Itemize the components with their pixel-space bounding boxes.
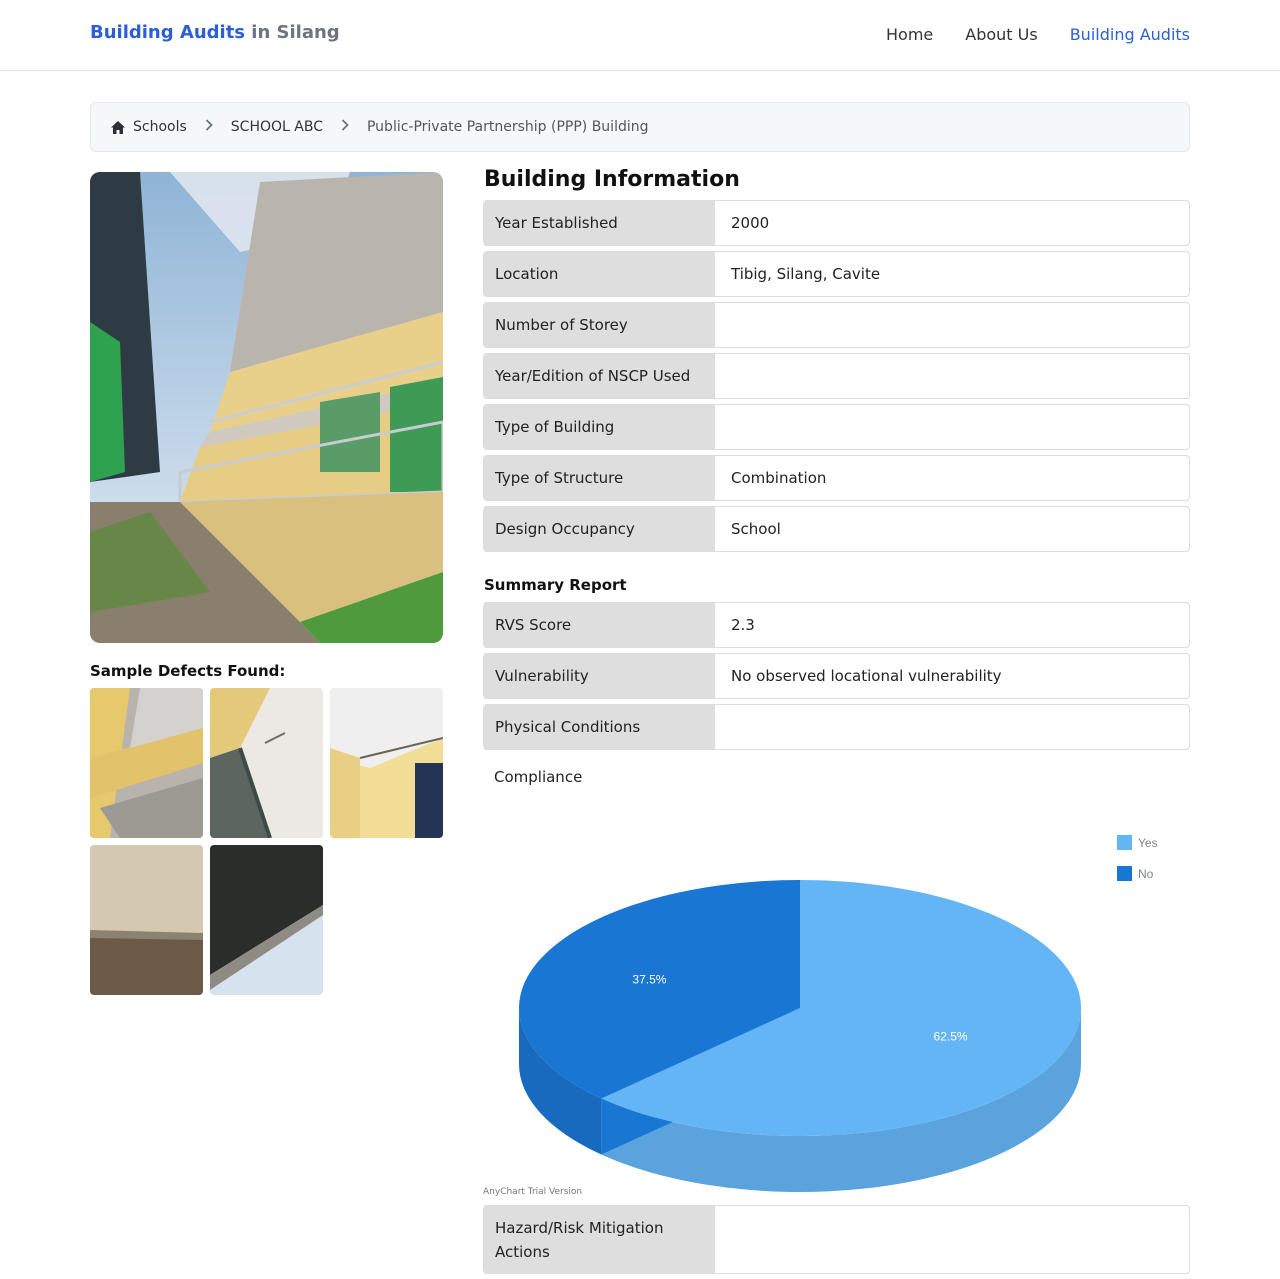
nav-links: Home About Us Building Audits (886, 25, 1190, 44)
info-row-type-of-structure: Type of Structure Combination (483, 455, 1190, 501)
chart-credit: AnyChart Trial Version (483, 1187, 583, 1197)
breadcrumb-label-schools: Schools (133, 119, 187, 135)
compliance-label: Compliance (494, 768, 583, 786)
brand-primary: Building Audits (90, 22, 246, 43)
info-label: Type of Building (484, 405, 715, 449)
brand-secondary: in Silang (245, 22, 340, 43)
summary-row-physical-conditions: Physical Conditions (483, 704, 1190, 750)
building-photo[interactable] (90, 172, 443, 643)
info-row-design-occupancy: Design Occupancy School (483, 506, 1190, 552)
info-value (715, 354, 1189, 398)
breadcrumb: Schools SCHOOL ABC Public-Private Partne… (90, 102, 1190, 152)
pie-label-yes: 62.5% (934, 1029, 968, 1043)
defect-thumbnail[interactable] (210, 688, 323, 838)
legend-swatch-no (1117, 866, 1132, 881)
info-value: Tibig, Silang, Cavite (731, 265, 881, 283)
compliance-pie-chart: 62.5% 37.5% Yes No (483, 800, 1190, 1200)
info-label: Year Established (484, 201, 715, 245)
brand-logo[interactable]: Building Audits in Silang (90, 22, 340, 43)
summary-row-vulnerability: Vulnerability No observed locational vul… (483, 653, 1190, 699)
defect-thumbnail[interactable] (210, 845, 323, 995)
chevron-right-icon (205, 119, 213, 135)
info-label: Design Occupancy (484, 507, 715, 551)
nav-link-home[interactable]: Home (886, 25, 933, 44)
info-label: Type of Structure (484, 456, 715, 500)
info-value (715, 303, 1189, 347)
info-row-nscp-edition: Year/Edition of NSCP Used (483, 353, 1190, 399)
summary-label: Vulnerability (484, 654, 715, 698)
summary-label: RVS Score (484, 603, 715, 647)
defects-title: Sample Defects Found: (90, 662, 286, 680)
info-value: Combination (731, 469, 827, 487)
home-icon (111, 120, 125, 134)
legend-label-no[interactable]: No (1138, 867, 1154, 881)
chevron-right-icon (341, 119, 349, 135)
info-value: School (731, 520, 781, 538)
info-label: Year/Edition of NSCP Used (484, 354, 715, 398)
nav-link-building-audits[interactable]: Building Audits (1070, 25, 1190, 44)
breadcrumb-item-building: Public-Private Partnership (PPP) Buildin… (366, 119, 649, 135)
info-label: Number of Storey (484, 303, 715, 347)
summary-row-rvs-score: RVS Score 2.3 (483, 602, 1190, 648)
breadcrumb-item-school[interactable]: SCHOOL ABC (231, 119, 323, 135)
summary-report-title: Summary Report (484, 576, 627, 594)
info-row-location: Location Tibig, Silang, Cavite (483, 251, 1190, 297)
summary-row-mitigation: Hazard/Risk Mitigation Actions (483, 1205, 1190, 1274)
summary-value (715, 1206, 1189, 1273)
defect-thumbnail[interactable] (330, 688, 443, 838)
info-value: 2000 (731, 214, 770, 232)
summary-value: 2.3 (731, 616, 755, 634)
building-information-title: Building Information (484, 167, 740, 192)
info-value (715, 405, 1189, 449)
breadcrumb-item-schools[interactable]: Schools (111, 119, 187, 135)
defect-thumbnail[interactable] (90, 845, 203, 995)
defect-thumbnail[interactable] (90, 688, 203, 838)
summary-value: No observed locational vulnerability (731, 667, 1002, 685)
pie-label-no: 37.5% (632, 973, 666, 987)
navbar: Building Audits in Silang Home About Us … (0, 0, 1280, 71)
summary-label: Hazard/Risk Mitigation Actions (484, 1206, 715, 1273)
legend-swatch-yes (1117, 835, 1132, 850)
legend-label-yes[interactable]: Yes (1138, 836, 1158, 850)
info-label: Location (484, 252, 715, 296)
info-row-type-of-building: Type of Building (483, 404, 1190, 450)
summary-label: Physical Conditions (484, 705, 715, 749)
info-row-number-of-storey: Number of Storey (483, 302, 1190, 348)
info-row-year-established: Year Established 2000 (483, 200, 1190, 246)
nav-link-about-us[interactable]: About Us (965, 25, 1037, 44)
summary-value (715, 705, 1189, 749)
pie-chart-svg: 62.5% 37.5% Yes No (519, 835, 1158, 1192)
